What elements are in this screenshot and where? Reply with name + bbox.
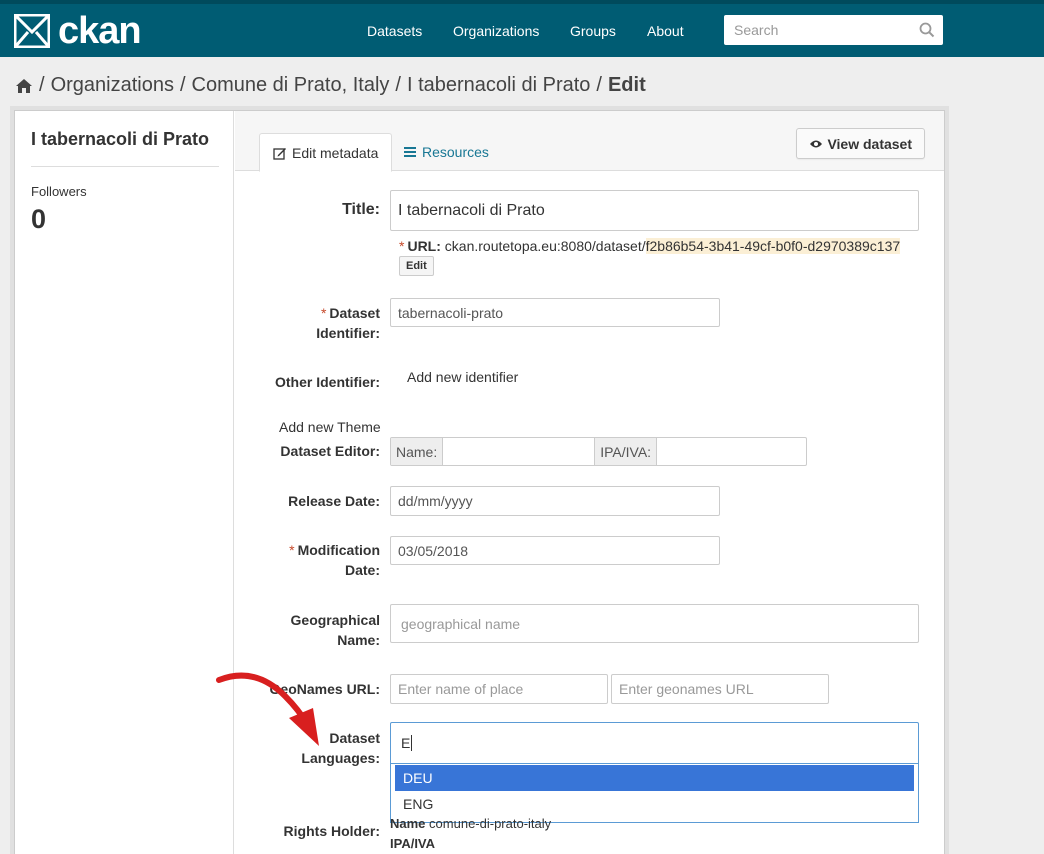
editor-vat-input[interactable] — [657, 438, 806, 465]
sidebar-divider — [31, 166, 219, 167]
ckan-logo[interactable]: ckan — [14, 10, 142, 52]
dataset-identifier-label: * Dataset Identifier: — [316, 305, 380, 341]
geographical-name-label: Geographical Name: — [290, 612, 380, 648]
breadcrumb-separator: / — [39, 74, 45, 96]
editor-vat-addon: IPA/IVA: — [595, 438, 658, 465]
edit-icon — [273, 147, 286, 160]
list-icon — [404, 147, 416, 157]
languages-dropdown: DEU ENG — [390, 764, 919, 823]
geonames-url-input[interactable]: Enter geonames URL — [611, 674, 829, 704]
add-identifier-link[interactable]: Add new identifier — [407, 369, 518, 385]
editor-name-input[interactable] — [443, 438, 596, 465]
geonames-place-input[interactable]: Enter name of place — [390, 674, 608, 704]
editor-name-addon: Name: — [391, 438, 444, 465]
sidebar: I tabernacoli di Prato Followers 0 — [15, 111, 234, 854]
other-identifier-label: Other Identifier: — [274, 374, 380, 390]
release-date-label: Release Date: — [288, 493, 380, 509]
url-label: URL: — [407, 238, 441, 254]
language-option-deu[interactable]: DEU — [395, 765, 914, 791]
title-label: Title: — [342, 201, 380, 218]
url-line: * URL: ckan.routetopa.eu:8080/dataset/f2b… — [399, 238, 901, 254]
language-option-eng[interactable]: ENG — [395, 791, 914, 817]
home-icon[interactable] — [15, 78, 33, 94]
nav-about[interactable]: About — [647, 23, 684, 39]
breadcrumb-organizations[interactable]: Organizations — [51, 74, 174, 97]
dataset-editor-group: Name: IPA/IVA: — [390, 437, 807, 466]
breadcrumb-separator: / — [395, 74, 401, 96]
dataset-editor-label: Dataset Editor: — [280, 443, 380, 459]
breadcrumb-organization[interactable]: Comune di Prato, Italy — [192, 74, 390, 97]
breadcrumb-separator: / — [179, 74, 186, 96]
search-box — [724, 15, 943, 45]
url-edit-button[interactable]: Edit — [399, 256, 434, 276]
breadcrumb-current: Edit — [607, 74, 646, 96]
tab-edit-metadata-label: Edit metadata — [292, 144, 379, 161]
dataset-languages-input[interactable]: E — [390, 722, 919, 764]
url-slug: f2b86b54-3b41-49cf-b0f0-d2970389c137 — [645, 238, 901, 254]
title-input[interactable]: I tabernacoli di Prato — [390, 190, 919, 231]
modification-date-input[interactable]: 03/05/2018 — [390, 536, 720, 565]
rights-holder-vat: IPA/IVA — [390, 836, 436, 851]
ckan-logo-icon — [14, 14, 50, 48]
followers-label: Followers — [31, 184, 87, 199]
rights-holder-name: Name comune-di-prato-italy — [390, 816, 552, 831]
tab-edit-metadata[interactable]: Edit metadata — [259, 133, 393, 172]
breadcrumb: / Organizations / Comune di Prato, Italy… — [15, 74, 646, 97]
logo-wordmark: ckan — [58, 10, 142, 52]
search-input[interactable] — [724, 15, 914, 45]
add-theme-link[interactable]: Add new Theme — [279, 419, 381, 435]
rights-holder-label: Rights Holder: — [283, 823, 380, 839]
search-icon[interactable] — [919, 22, 935, 38]
languages-typed-text: E — [401, 735, 411, 751]
release-date-input[interactable]: dd/mm/yyyy — [390, 486, 720, 516]
nav-organizations[interactable]: Organizations — [453, 23, 539, 39]
dataset-title-heading: I tabernacoli di Prato — [31, 129, 210, 149]
text-cursor — [411, 735, 413, 751]
annotation-arrow-icon — [216, 672, 319, 746]
breadcrumb-separator: / — [596, 74, 602, 96]
tab-resources-label: Resources — [422, 144, 489, 160]
modification-date-label: * Modification Date: — [289, 542, 380, 578]
url-base: ckan.routetopa.eu:8080/dataset/ — [444, 238, 646, 254]
dataset-identifier-input[interactable]: tabernacoli-prato — [390, 298, 720, 327]
eye-icon — [810, 140, 823, 147]
view-dataset-label: View dataset — [827, 135, 912, 152]
breadcrumb-dataset[interactable]: I tabernacoli di Prato — [407, 74, 590, 97]
view-dataset-button[interactable]: View dataset — [796, 128, 925, 159]
nav-groups[interactable]: Groups — [570, 23, 616, 39]
geographical-name-input[interactable]: geographical name — [390, 604, 919, 643]
tab-resources[interactable]: Resources — [390, 133, 502, 171]
tab-bar: Edit metadata Resources View dataset — [235, 111, 944, 172]
nav-datasets[interactable]: Datasets — [367, 23, 422, 39]
masthead: ckan Datasets Organizations Groups About — [0, 0, 1044, 57]
followers-count: 0 — [31, 204, 47, 234]
